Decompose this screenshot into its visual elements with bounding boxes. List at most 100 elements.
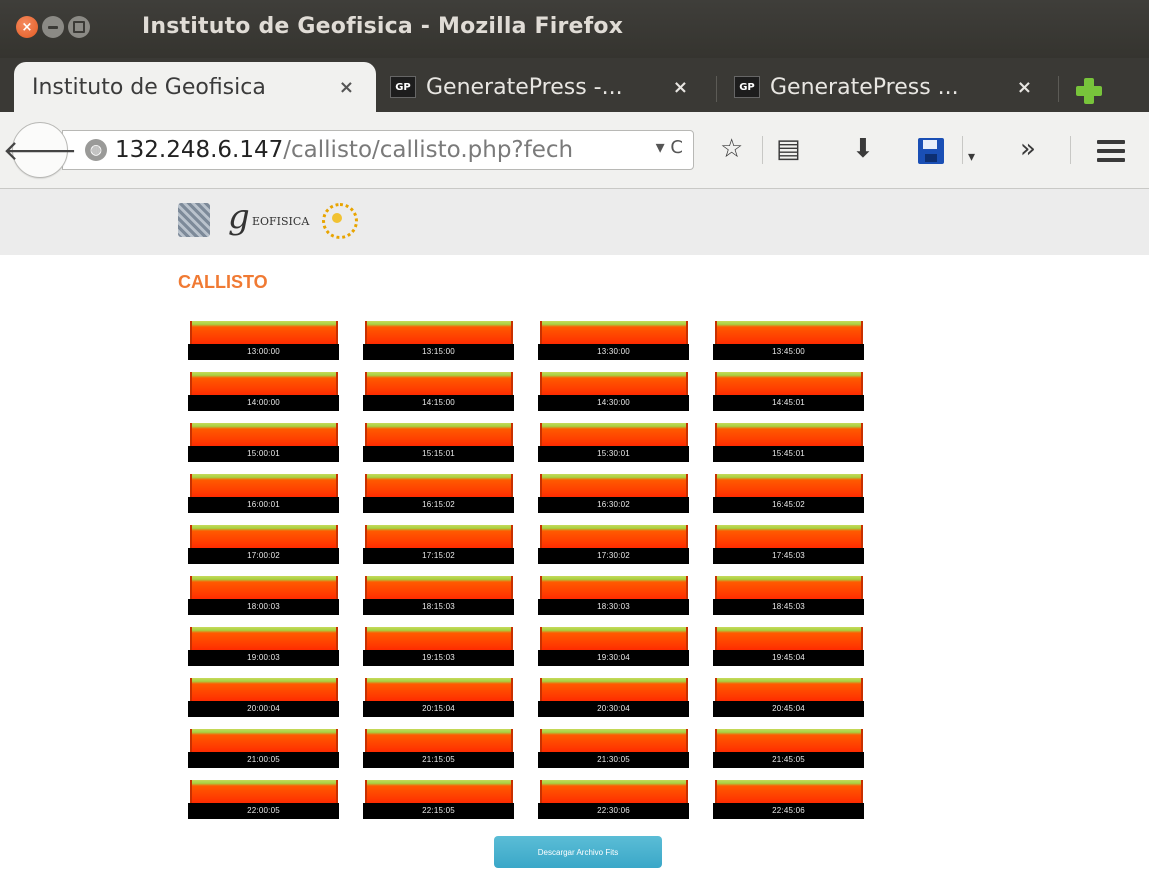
hamburger-menu-icon[interactable]	[1097, 140, 1125, 162]
spectrogram-image[interactable]	[365, 678, 513, 702]
spectrogram-image[interactable]	[365, 780, 513, 804]
spectrogram-image[interactable]	[540, 372, 688, 396]
spectrogram-image[interactable]	[190, 525, 338, 549]
spectrogram-image[interactable]	[540, 576, 688, 600]
spectrogram-image[interactable]	[190, 780, 338, 804]
spectrogram-image[interactable]	[190, 729, 338, 753]
spectrogram-thumbnail[interactable]: 21:45:05	[713, 729, 864, 768]
spectrogram-thumbnail[interactable]: 21:30:05	[538, 729, 689, 768]
sun-logo[interactable]	[322, 203, 358, 239]
download-fits-button[interactable]: Descargar Archivo Fits	[494, 836, 662, 868]
window-close-button[interactable]: ×	[16, 16, 38, 38]
new-tab-plus-icon[interactable]	[1074, 76, 1104, 106]
spectrogram-image[interactable]	[365, 729, 513, 753]
spectrogram-image[interactable]	[365, 627, 513, 651]
url-bar[interactable]: ◍ 132.248.6.147/callisto/callisto.php?fe…	[62, 130, 694, 170]
spectrogram-thumbnail[interactable]: 16:45:02	[713, 474, 864, 513]
spectrogram-thumbnail[interactable]: 22:00:05	[188, 780, 339, 819]
spectrogram-image[interactable]	[715, 576, 863, 600]
spectrogram-image[interactable]	[540, 780, 688, 804]
spectrogram-thumbnail[interactable]: 17:00:02	[188, 525, 339, 564]
spectrogram-image[interactable]	[540, 525, 688, 549]
spectrogram-thumbnail[interactable]: 13:15:00	[363, 321, 514, 360]
spectrogram-thumbnail[interactable]: 20:00:04	[188, 678, 339, 717]
spectrogram-thumbnail[interactable]: 17:15:02	[363, 525, 514, 564]
window-minimize-button[interactable]	[42, 16, 64, 38]
spectrogram-thumbnail[interactable]: 18:45:03	[713, 576, 864, 615]
spectrogram-thumbnail[interactable]: 16:15:02	[363, 474, 514, 513]
spectrogram-thumbnail[interactable]: 19:30:04	[538, 627, 689, 666]
spectrogram-image[interactable]	[190, 678, 338, 702]
spectrogram-thumbnail[interactable]: 19:00:03	[188, 627, 339, 666]
save-floppy-icon[interactable]	[918, 138, 944, 164]
spectrogram-thumbnail[interactable]: 19:45:04	[713, 627, 864, 666]
spectrogram-thumbnail[interactable]: 13:30:00	[538, 321, 689, 360]
spectrogram-image[interactable]	[540, 729, 688, 753]
url-dropdown-reload-icon[interactable]: ▾ C	[656, 137, 683, 158]
spectrogram-image[interactable]	[190, 627, 338, 651]
spectrogram-thumbnail[interactable]: 20:30:04	[538, 678, 689, 717]
spectrogram-image[interactable]	[715, 372, 863, 396]
spectrogram-image[interactable]	[365, 372, 513, 396]
spectrogram-image[interactable]	[540, 678, 688, 702]
tab-instituto-geofisica[interactable]: Instituto de Geofisica ×	[14, 62, 376, 112]
spectrogram-thumbnail[interactable]: 14:15:00	[363, 372, 514, 411]
spectrogram-thumbnail[interactable]: 20:45:04	[713, 678, 864, 717]
spectrogram-thumbnail[interactable]: 15:15:01	[363, 423, 514, 462]
spectrogram-thumbnail[interactable]: 14:30:00	[538, 372, 689, 411]
spectrogram-thumbnail[interactable]: 15:00:01	[188, 423, 339, 462]
spectrogram-thumbnail[interactable]: 18:30:03	[538, 576, 689, 615]
spectrogram-image[interactable]	[540, 423, 688, 447]
spectrogram-image[interactable]	[365, 423, 513, 447]
tab-close-icon[interactable]: ×	[339, 77, 354, 98]
spectrogram-image[interactable]	[365, 525, 513, 549]
spectrogram-image[interactable]	[715, 627, 863, 651]
spectrogram-thumbnail[interactable]: 13:45:00	[713, 321, 864, 360]
spectrogram-image[interactable]	[365, 474, 513, 498]
spectrogram-image[interactable]	[715, 525, 863, 549]
download-arrow-icon[interactable]: ⬇	[852, 134, 874, 164]
reading-list-icon[interactable]: ▤	[776, 134, 801, 164]
geofisica-logo[interactable]: g EOFISICA	[228, 197, 309, 237]
back-arrow-icon[interactable]: 🡐	[2, 122, 78, 178]
spectrogram-thumbnail[interactable]: 15:45:01	[713, 423, 864, 462]
spectrogram-thumbnail[interactable]: 18:00:03	[188, 576, 339, 615]
spectrogram-thumbnail[interactable]: 16:30:02	[538, 474, 689, 513]
spectrogram-thumbnail[interactable]: 22:15:05	[363, 780, 514, 819]
chevron-down-icon[interactable]: ▾	[968, 142, 975, 172]
url-text[interactable]: 132.248.6.147/callisto/callisto.php?fech	[115, 137, 615, 163]
tab-close-icon[interactable]: ×	[673, 77, 688, 98]
spectrogram-thumbnail[interactable]: 18:15:03	[363, 576, 514, 615]
spectrogram-image[interactable]	[190, 576, 338, 600]
spectrogram-thumbnail[interactable]: 16:00:01	[188, 474, 339, 513]
spectrogram-thumbnail[interactable]: 15:30:01	[538, 423, 689, 462]
tab-generatepress-1[interactable]: GP GeneratePress -... ×	[376, 62, 710, 112]
spectrogram-image[interactable]	[540, 627, 688, 651]
spectrogram-thumbnail[interactable]: 13:00:00	[188, 321, 339, 360]
spectrogram-thumbnail[interactable]: 21:15:05	[363, 729, 514, 768]
spectrogram-image[interactable]	[540, 474, 688, 498]
spectrogram-image[interactable]	[715, 678, 863, 702]
spectrogram-image[interactable]	[540, 321, 688, 345]
spectrogram-image[interactable]	[715, 474, 863, 498]
spectrogram-image[interactable]	[715, 321, 863, 345]
spectrogram-thumbnail[interactable]: 20:15:04	[363, 678, 514, 717]
spectrogram-image[interactable]	[715, 729, 863, 753]
spectrogram-image[interactable]	[715, 780, 863, 804]
spectrogram-thumbnail[interactable]: 19:15:03	[363, 627, 514, 666]
spectrogram-image[interactable]	[190, 321, 338, 345]
spectrogram-image[interactable]	[190, 372, 338, 396]
tab-close-icon[interactable]: ×	[1017, 77, 1032, 98]
spectrogram-image[interactable]	[365, 576, 513, 600]
window-maximize-button[interactable]	[68, 16, 90, 38]
spectrogram-image[interactable]	[365, 321, 513, 345]
spectrogram-thumbnail[interactable]: 22:45:06	[713, 780, 864, 819]
spectrogram-thumbnail[interactable]: 14:00:00	[188, 372, 339, 411]
overflow-chevron-icon[interactable]: »	[1020, 134, 1036, 164]
spectrogram-image[interactable]	[190, 423, 338, 447]
spectrogram-thumbnail[interactable]: 22:30:06	[538, 780, 689, 819]
unam-logo[interactable]	[178, 203, 210, 237]
spectrogram-image[interactable]	[715, 423, 863, 447]
spectrogram-image[interactable]	[190, 474, 338, 498]
spectrogram-thumbnail[interactable]: 14:45:01	[713, 372, 864, 411]
